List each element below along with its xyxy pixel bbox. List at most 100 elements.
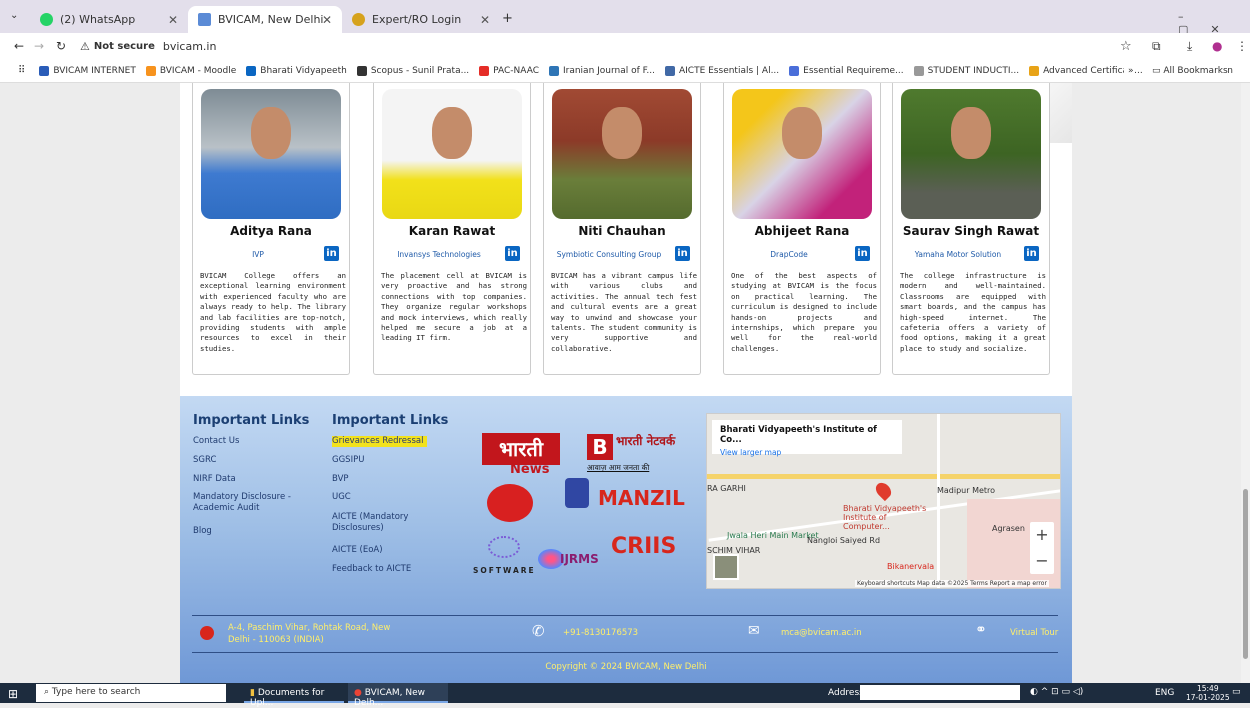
footer-link[interactable]: Grievances Redressal bbox=[332, 436, 427, 447]
bookmark-item[interactable]: Bharati Vidyapeeth bbox=[246, 65, 347, 76]
phone-link[interactable]: +91-8130176573 bbox=[563, 628, 638, 638]
footer-link[interactable]: Blog bbox=[193, 526, 303, 537]
all-bookmarks[interactable]: ▭ All Bookmarks bbox=[1152, 65, 1228, 76]
map-info-card: Bharati Vidyapeeth's Institute of Co... … bbox=[712, 420, 902, 457]
tab-bvicam[interactable]: BVICAM, New Delhi ✕ bbox=[188, 6, 342, 33]
footer-link[interactable]: AICTE (Mandatory Disclosures) bbox=[332, 512, 427, 534]
close-icon[interactable]: ✕ bbox=[168, 13, 178, 27]
forward-icon[interactable]: → bbox=[34, 39, 56, 53]
manzil-logo[interactable]: MANZIL bbox=[598, 486, 685, 510]
tab-expert[interactable]: Expert/RO Login ✕ bbox=[342, 6, 500, 33]
tab-search-icon[interactable]: ⌄ bbox=[10, 10, 18, 21]
binoculars-icon: ⚭ bbox=[975, 622, 987, 638]
linkedin-icon[interactable]: in bbox=[505, 246, 520, 261]
radio-logo[interactable] bbox=[487, 484, 533, 522]
testimonial-text: The college infrastructure is modern and… bbox=[900, 271, 1046, 353]
taskbar-app-documents[interactable]: ▮ Documents for Upl... bbox=[244, 683, 344, 708]
not-secure-label[interactable]: Not secure bbox=[94, 41, 155, 52]
taskbar-app-chrome[interactable]: ● BVICAM, New Delh... bbox=[348, 683, 448, 708]
language-indicator[interactable]: ENG bbox=[1155, 688, 1174, 698]
scrollbar-thumb[interactable] bbox=[1243, 489, 1248, 659]
system-tray-icons[interactable]: ◐ ^ ⊡ ▭ ◁) bbox=[1030, 687, 1083, 697]
testimonial-card: Niti Chauhan Symbiotic Consulting Group in… bbox=[543, 83, 701, 375]
student-name: Abhijeet Rana bbox=[754, 224, 850, 238]
virtual-tour-link[interactable]: Virtual Tour bbox=[1010, 628, 1058, 638]
site-footer: Important Links Important Links Contact … bbox=[180, 396, 1072, 683]
page-viewport[interactable]: Aditya Rana IVP in BVICAM College offers an… bbox=[0, 83, 1250, 683]
warning-icon[interactable]: ⚠ bbox=[80, 40, 90, 53]
bookmark-item[interactable]: Essential Requireme... bbox=[789, 65, 904, 76]
notification-icon[interactable]: ▭ bbox=[1232, 687, 1241, 697]
bookmark-item[interactable]: STUDENT INDUCTI... bbox=[913, 65, 1019, 76]
bookmark-item[interactable]: BVICAM - Moodle bbox=[145, 65, 236, 76]
footer-link[interactable]: Contact Us bbox=[193, 436, 303, 447]
menu-icon[interactable]: ⋮ bbox=[1236, 39, 1248, 53]
bookmark-favicon-icon bbox=[789, 65, 800, 76]
bharati-news-logo[interactable]: भारती bbox=[482, 433, 560, 465]
address-bar[interactable]: bvicam.in bbox=[163, 40, 217, 53]
download-icon[interactable]: ⤓ bbox=[1187, 39, 1192, 54]
map-label: Jwala Heri Main Market bbox=[727, 531, 819, 540]
new-tab-button[interactable]: + bbox=[502, 11, 513, 26]
map-label: Madipur Metro bbox=[937, 486, 996, 495]
apps-icon[interactable]: ⠿ bbox=[18, 65, 25, 76]
footer-link[interactable]: BVP bbox=[332, 474, 427, 485]
back-icon[interactable]: ← bbox=[14, 39, 34, 53]
bookmarks-bar: ⠿ BVICAM INTERNET BVICAM - Moodle Bharati … bbox=[0, 59, 1250, 83]
star-icon[interactable]: ☆ bbox=[1120, 39, 1132, 54]
footer-link[interactable]: NIRF Data bbox=[193, 474, 303, 485]
bookmark-item[interactable]: Scopus - Sunil Prata... bbox=[356, 65, 469, 76]
footer-link[interactable]: AICTE (EoA) bbox=[332, 545, 427, 556]
footer-link[interactable]: SGRC bbox=[193, 455, 303, 466]
bookmark-item[interactable]: Iranian Journal of F... bbox=[548, 65, 655, 76]
address-toolbar-input[interactable] bbox=[860, 685, 1020, 700]
extensions-icon[interactable]: ⧉ bbox=[1152, 39, 1161, 54]
view-larger-map-link[interactable]: View larger map bbox=[720, 448, 894, 457]
bookmark-favicon-icon bbox=[664, 65, 675, 76]
bookmark-favicon-icon bbox=[1029, 65, 1040, 76]
bookmark-favicon-icon bbox=[479, 65, 490, 76]
testimonial-text: BVICAM College offers an exceptional lea… bbox=[200, 271, 346, 353]
map-layers-thumbnail[interactable] bbox=[713, 554, 739, 580]
links-heading-2: Important Links bbox=[332, 413, 449, 428]
testimonial-text: One of the best aspects of studying at B… bbox=[731, 271, 877, 353]
footer-link[interactable]: UGC bbox=[332, 492, 427, 503]
footer-link[interactable]: Feedback to AICTE bbox=[332, 564, 427, 575]
linkedin-icon[interactable]: in bbox=[675, 246, 690, 261]
profile-icon[interactable]: ● bbox=[1212, 39, 1222, 53]
bharati-times-logo[interactable] bbox=[565, 478, 589, 508]
bookmark-favicon-icon bbox=[548, 65, 559, 76]
email-link[interactable]: mca@bvicam.ac.in bbox=[781, 628, 862, 638]
bookmark-item[interactable]: PAC-NAAC bbox=[479, 65, 539, 76]
phone-icon: ✆ bbox=[532, 622, 545, 640]
browser-toolbar: ← → ↻ ⚠ Not secure bvicam.in ☆ ⧉ ⤓ ● ⋮ bbox=[0, 33, 1250, 59]
netwerk-logo[interactable]: भारती नेटवर्क bbox=[616, 434, 676, 448]
bookmark-item[interactable]: AICTE Essentials | Al... bbox=[664, 65, 779, 76]
footer-link[interactable]: Mandatory Disclosure - Academic Audit bbox=[193, 492, 303, 514]
windows-taskbar: ⊞ ⌕ Type here to search ▮ Documents for … bbox=[0, 683, 1250, 708]
map-zoom-controls[interactable]: + − bbox=[1030, 522, 1054, 574]
map-pin-icon[interactable] bbox=[872, 479, 895, 502]
map-label: Nangloi Saiyed Rd bbox=[807, 536, 881, 545]
map-label: RA GARHI bbox=[707, 484, 746, 493]
linkedin-icon[interactable]: in bbox=[855, 246, 870, 261]
windows-start-icon[interactable]: ⊞ bbox=[8, 687, 18, 701]
expert-icon bbox=[352, 13, 365, 26]
address-text: A-4, Paschim Vihar, Rohtak Road, New Del… bbox=[228, 623, 391, 645]
page-scrollbar[interactable] bbox=[1241, 83, 1250, 683]
bookmark-favicon-icon bbox=[145, 65, 156, 76]
clock[interactable]: 15:49 17-01-2025 bbox=[1186, 684, 1230, 702]
bookmark-item[interactable]: BVICAM INTERNET bbox=[39, 65, 136, 76]
footer-link[interactable]: GGSIPU bbox=[332, 455, 427, 466]
more-bookmarks-icon[interactable]: » bbox=[1124, 65, 1134, 76]
close-icon[interactable]: ✕ bbox=[480, 13, 490, 27]
ijrms-logo[interactable]: IJRMS bbox=[560, 552, 599, 566]
linkedin-icon[interactable]: in bbox=[324, 246, 339, 261]
close-icon[interactable]: ✕ bbox=[322, 13, 332, 27]
tab-whatsapp[interactable]: (2) WhatsApp ✕ bbox=[30, 6, 188, 33]
linkedin-icon[interactable]: in bbox=[1024, 246, 1039, 261]
taskbar-search[interactable]: ⌕ Type here to search bbox=[36, 684, 226, 702]
criis-logo[interactable]: CRIIS bbox=[611, 534, 676, 559]
google-map[interactable]: Bharati Vidyapeeth's Institute of Co... … bbox=[706, 413, 1061, 589]
reload-icon[interactable]: ↻ bbox=[56, 39, 80, 53]
